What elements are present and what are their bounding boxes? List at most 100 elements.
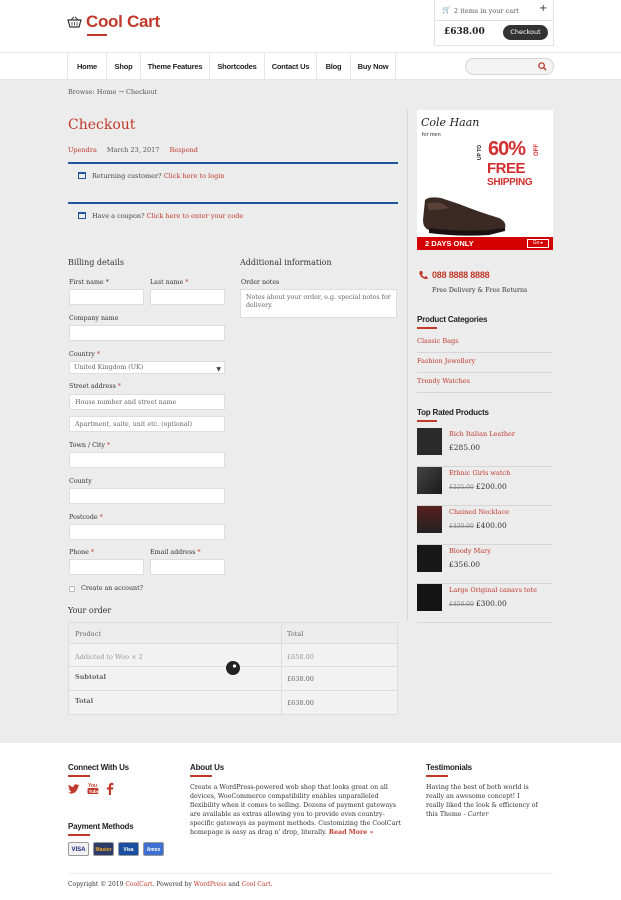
postcode-label: Postcode * <box>69 514 103 521</box>
table-row: Total £638.00 <box>69 691 397 714</box>
login-link[interactable]: Click here to login <box>164 172 225 180</box>
product-thumbnail[interactable] <box>417 506 442 533</box>
site-link[interactable]: CoolCart <box>125 881 152 888</box>
ad-off: OFF <box>534 144 540 156</box>
wordpress-link[interactable]: WordPress <box>194 881 227 888</box>
page-title: Checkout <box>68 117 136 133</box>
list-item: Rich Italian Leather £285.00 <box>417 428 553 467</box>
list-item: Bloody Mary £356.00 <box>417 545 553 584</box>
product-old-price: £430.00 <box>449 523 474 530</box>
search-input[interactable] <box>465 58 554 75</box>
ad-go-button[interactable]: Go ▸ <box>527 239 549 248</box>
your-order-title: Your order <box>68 606 112 615</box>
nav-item-shop[interactable]: Shop <box>106 53 140 80</box>
product-thumbnail[interactable] <box>417 467 442 494</box>
company-field[interactable] <box>69 325 225 341</box>
product-old-price: £450.00 <box>449 601 474 608</box>
nav-item-blog[interactable]: Blog <box>316 53 350 80</box>
cart-total: £638.00 <box>444 27 485 37</box>
billing-details-title: Billing details <box>68 258 124 267</box>
title-underline <box>68 775 90 777</box>
country-value: United Kingdom (UK) <box>74 364 144 371</box>
mini-cart-summary[interactable]: 🛒 2 items in your cart + <box>435 0 553 21</box>
nav-item-shortcodes[interactable]: Shortcodes <box>209 53 264 80</box>
phone-label: Phone * <box>69 549 95 556</box>
respond-link[interactable]: Respond <box>169 146 198 154</box>
product-name[interactable]: Rich Italian Leather <box>449 430 515 438</box>
order-notes-label: Order notes <box>241 279 280 286</box>
shoe-image <box>423 197 506 236</box>
city-label: Town / City * <box>69 442 111 449</box>
country-label: Country * <box>69 351 100 358</box>
facebook-icon[interactable] <box>106 782 114 795</box>
last-name-label: Last name * <box>150 279 189 286</box>
chevron-down-icon: ▼ <box>216 366 221 373</box>
youtube-icon[interactable]: You Tube <box>87 782 99 795</box>
category-trendy-watches[interactable]: Trendy Watches <box>417 373 553 393</box>
sidebar-divider <box>407 110 408 620</box>
product-name[interactable]: Bloody Mary <box>449 547 491 555</box>
testimonial-text: Having the best of both world is really … <box>426 784 538 818</box>
payment-methods-title: Payment Methods <box>68 822 134 831</box>
ad-brand: Cole Haan <box>421 116 480 129</box>
visa-card-icon: VISA <box>68 842 89 856</box>
subtotal-label: Subtotal <box>75 673 106 681</box>
product-thumbnail[interactable] <box>417 428 442 455</box>
returning-customer-text: Returning customer? <box>92 172 162 180</box>
product-name[interactable]: Chained Necklace <box>449 508 509 516</box>
title-underline <box>426 775 448 777</box>
site-header: Cool Cart 🛒 2 items in your cart + £638.… <box>0 0 621 52</box>
theme-link[interactable]: Cool Cart <box>242 881 271 888</box>
street-address-line2[interactable]: Apartment, suite, unit etc. (optional) <box>69 416 225 432</box>
search-icon[interactable] <box>538 62 547 71</box>
nav-item-contact-us[interactable]: Contact Us <box>264 53 316 80</box>
email-field[interactable] <box>150 559 225 575</box>
promo-banner[interactable]: Cole Haan for men UP TO 60% OFF FREE SHI… <box>417 110 553 250</box>
first-name-label: First name * <box>69 279 109 286</box>
order-item-total: £658.00 <box>287 653 314 661</box>
checkout-button[interactable]: Checkout <box>503 25 548 40</box>
title-underline <box>417 420 437 422</box>
product-name[interactable]: Large Original canavs tote <box>449 586 537 594</box>
category-fashion-jewellery[interactable]: Fashion Jewellery <box>417 353 553 373</box>
nav-item-buy-now[interactable]: Buy Now <box>350 53 396 80</box>
table-header: Product Total <box>69 623 397 644</box>
nav-item-home[interactable]: Home <box>67 53 106 80</box>
street-address-line1[interactable]: House number and street name <box>69 394 225 410</box>
read-more-link[interactable]: Read More » <box>329 829 374 836</box>
product-thumbnail[interactable] <box>417 584 442 611</box>
product-price: £200.00 <box>475 482 507 491</box>
basket-icon <box>67 16 82 28</box>
column-divider <box>281 623 282 714</box>
category-classic-bags[interactable]: Classic Bags <box>417 333 553 353</box>
loading-spinner-icon <box>226 661 240 675</box>
list-item: Large Original canavs tote £450.00 £300.0… <box>417 584 553 623</box>
country-select[interactable]: United Kingdom (UK) ▼ <box>69 361 225 374</box>
twitter-icon[interactable] <box>68 784 80 794</box>
total-value: £638.00 <box>287 699 314 707</box>
coupon-link[interactable]: Click here to enter your code <box>147 212 244 220</box>
first-name-field[interactable] <box>69 289 144 305</box>
last-name-field[interactable] <box>150 289 225 305</box>
postcode-field[interactable] <box>69 524 225 540</box>
logo[interactable]: Cool Cart <box>67 12 160 32</box>
county-field[interactable] <box>69 488 225 504</box>
nav-item-theme-features[interactable]: Theme Features <box>140 53 209 80</box>
visa-electron-icon: Visa <box>118 842 139 856</box>
cart-expand-icon[interactable]: + <box>539 3 547 14</box>
about-us-title: About Us <box>190 763 224 772</box>
email-label: Email address * <box>150 549 201 556</box>
phone-field[interactable] <box>69 559 144 575</box>
subtotal-value: £638.00 <box>287 675 314 683</box>
city-field[interactable] <box>69 452 225 468</box>
title-underline <box>190 775 212 777</box>
create-account-checkbox[interactable] <box>69 586 75 592</box>
product-name[interactable]: Ethnic Girls watch <box>449 469 510 477</box>
product-thumbnail[interactable] <box>417 545 442 572</box>
additional-info-title: Additional information <box>240 258 332 267</box>
mastercard-icon: Master <box>93 842 114 856</box>
county-label: County <box>69 478 92 485</box>
order-notes-field[interactable]: Notes about your order, e.g. special not… <box>240 289 397 318</box>
ad-shipping: SHIPPING <box>487 177 533 188</box>
post-author[interactable]: Upendra <box>68 146 97 154</box>
